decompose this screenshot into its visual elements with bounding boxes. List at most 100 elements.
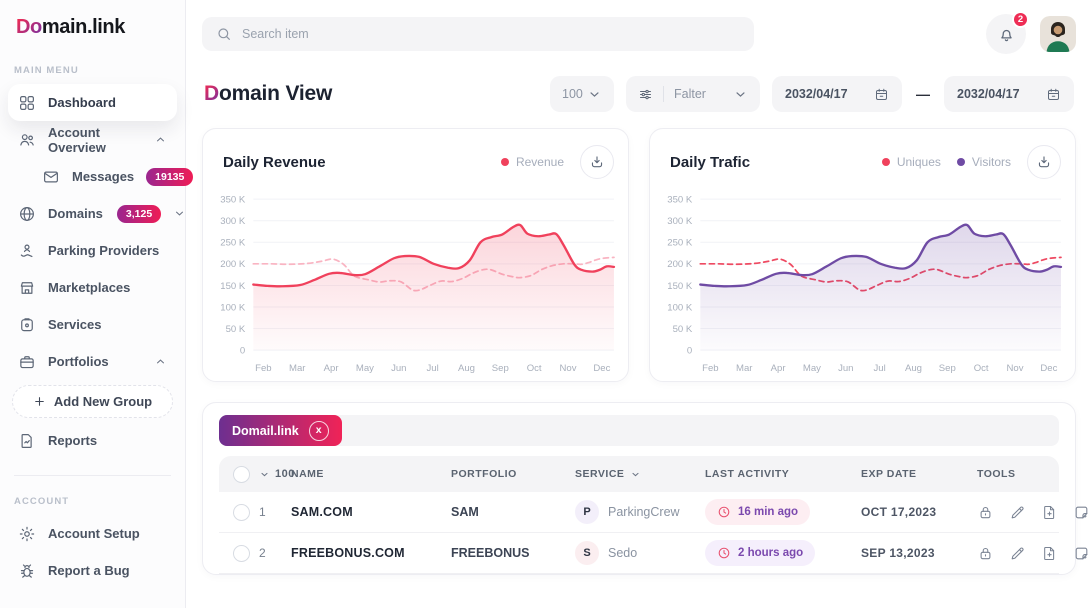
domain-name[interactable]: SAM.COM	[291, 505, 451, 519]
download-chart-button[interactable]	[1027, 145, 1061, 179]
add-note-tool-icon[interactable]	[1073, 504, 1088, 521]
table-row[interactable]: 1 SAM.COM SAM P ParkingCrew 16 min ago O…	[219, 492, 1059, 533]
date-from-value: 2032/04/17	[785, 87, 848, 101]
page-header: Domain View 100 Falter 2032/04/17 — 2032…	[204, 76, 1074, 112]
svg-text:Feb: Feb	[255, 363, 271, 373]
svg-text:300 K: 300 K	[220, 216, 246, 226]
add-new-group-button[interactable]: Add New Group	[12, 385, 173, 418]
legend-label: Uniques	[897, 155, 941, 169]
envelope-icon	[42, 168, 60, 186]
chart-title: Daily Trafic	[670, 154, 750, 171]
search-box[interactable]	[202, 17, 754, 51]
sidebar-item-label: Account Overview	[48, 125, 142, 155]
sidebar-item-marketplaces[interactable]: Marketplaces	[8, 269, 177, 306]
brand-logo-rest: main.link	[42, 16, 125, 38]
column-header-service[interactable]: SERVICE	[575, 468, 705, 480]
table-row[interactable]: 2 FREEBONUS.COM FREEBONUS S Sedo 2 hours…	[219, 533, 1059, 574]
svg-text:Apr: Apr	[771, 363, 786, 373]
date-to-value: 2032/04/17	[957, 87, 1020, 101]
service-initial-badge: S	[575, 541, 599, 565]
page-title: Domain View	[204, 82, 332, 106]
svg-text:200 K: 200 K	[220, 259, 246, 269]
sidebar-item-domains[interactable]: Domains 3,125	[8, 195, 177, 232]
edit-tool-icon[interactable]	[1009, 545, 1026, 562]
sidebar-item-reports[interactable]: Reports	[8, 422, 177, 459]
edit-tool-icon[interactable]	[1009, 504, 1026, 521]
row-number: 1	[259, 505, 291, 519]
chevron-up-icon[interactable]	[154, 133, 167, 146]
column-header-portfolio[interactable]: PORTFOLIO	[451, 468, 575, 480]
svg-text:250 K: 250 K	[220, 238, 246, 248]
sidebar-item-label: Marketplaces	[48, 280, 130, 295]
add-note-tool-icon[interactable]	[1073, 545, 1088, 562]
legend-label: Visitors	[972, 155, 1011, 169]
user-avatar[interactable]	[1040, 16, 1076, 52]
bug-icon	[18, 562, 36, 580]
account-section-label: ACCOUNT	[0, 478, 185, 515]
sidebar-item-dashboard[interactable]: Dashboard	[8, 84, 177, 121]
svg-text:Jul: Jul	[427, 363, 439, 373]
add-file-tool-icon[interactable]	[1041, 504, 1058, 521]
svg-text:Feb: Feb	[702, 363, 718, 373]
table-header: 100 NAME PORTFOLIO SERVICE LAST ACTIVITY…	[219, 456, 1059, 492]
add-new-group-label: Add New Group	[54, 394, 152, 409]
chevron-up-icon[interactable]	[154, 355, 167, 368]
brand-logo[interactable]: Domain.link	[0, 0, 185, 47]
services-icon	[18, 316, 36, 334]
remove-filter-icon[interactable]: x	[309, 421, 329, 441]
sidebar-item-messages[interactable]: Messages 19135	[8, 158, 177, 195]
sidebar-divider	[14, 475, 171, 476]
storefront-icon	[18, 279, 36, 297]
svg-text:Nov: Nov	[560, 363, 577, 373]
sidebar-item-parking-providers[interactable]: Parking Providers	[8, 232, 177, 269]
row-checkbox[interactable]	[233, 504, 250, 521]
svg-text:0: 0	[240, 346, 245, 356]
date-from-picker[interactable]: 2032/04/17	[772, 76, 902, 112]
search-input[interactable]	[242, 27, 740, 41]
column-header-tools[interactable]: TOOLS	[977, 468, 1045, 480]
page-title-accent: D	[204, 82, 219, 105]
charts-row: Daily Revenue Revenue 050 K100 K150 K200…	[202, 128, 1076, 382]
row-checkbox[interactable]	[233, 545, 250, 562]
svg-text:Oct: Oct	[974, 363, 989, 373]
notifications-button[interactable]: 2	[986, 14, 1026, 54]
chevron-down-icon[interactable]	[173, 207, 186, 220]
svg-text:300 K: 300 K	[667, 216, 693, 226]
sidebar-item-account-setup[interactable]: Account Setup	[8, 515, 177, 552]
filter-divider	[663, 86, 664, 102]
column-header-name[interactable]: NAME	[291, 468, 451, 480]
column-header-last-activity[interactable]: LAST ACTIVITY	[705, 468, 861, 480]
column-header-exp-date[interactable]: EXP DATE	[861, 468, 977, 480]
sidebar-item-report-a-bug[interactable]: Report a Bug	[8, 552, 177, 589]
sidebar-item-label: Dashboard	[48, 95, 116, 110]
svg-text:350 K: 350 K	[667, 195, 693, 205]
sidebar-item-label: Parking Providers	[48, 243, 159, 258]
chevron-down-icon	[259, 469, 270, 480]
svg-text:Dec: Dec	[1040, 363, 1057, 373]
svg-text:350 K: 350 K	[220, 195, 246, 205]
download-chart-button[interactable]	[580, 145, 614, 179]
date-to-picker[interactable]: 2032/04/17	[944, 76, 1074, 112]
select-all-checkbox[interactable]	[233, 466, 250, 483]
clock-icon	[717, 546, 731, 560]
svg-text:100 K: 100 K	[220, 303, 246, 313]
sidebar-item-label: Account Setup	[48, 526, 140, 541]
daily-revenue-card: Daily Revenue Revenue 050 K100 K150 K200…	[202, 128, 629, 382]
lock-tool-icon[interactable]	[977, 504, 994, 521]
table-count-header[interactable]: 100	[259, 468, 291, 480]
domain-name[interactable]: FREEBONUS.COM	[291, 546, 451, 560]
lock-tool-icon[interactable]	[977, 545, 994, 562]
search-icon	[216, 26, 232, 42]
add-file-tool-icon[interactable]	[1041, 545, 1058, 562]
page-size-select[interactable]: 100	[550, 76, 614, 112]
svg-text:Dec: Dec	[593, 363, 610, 373]
gear-icon	[18, 525, 36, 543]
legend-item-visitors: Visitors	[957, 155, 1011, 169]
filter-tag-pill[interactable]: Domail.link x	[219, 415, 342, 446]
filter-dropdown[interactable]: Falter	[626, 76, 760, 112]
row-number: 2	[259, 546, 291, 560]
notification-count-badge: 2	[1012, 11, 1029, 28]
sidebar-item-services[interactable]: Services	[8, 306, 177, 343]
sidebar-item-account-overview[interactable]: Account Overview	[8, 121, 177, 158]
sidebar-item-portfolios[interactable]: Portfolios	[8, 343, 177, 380]
